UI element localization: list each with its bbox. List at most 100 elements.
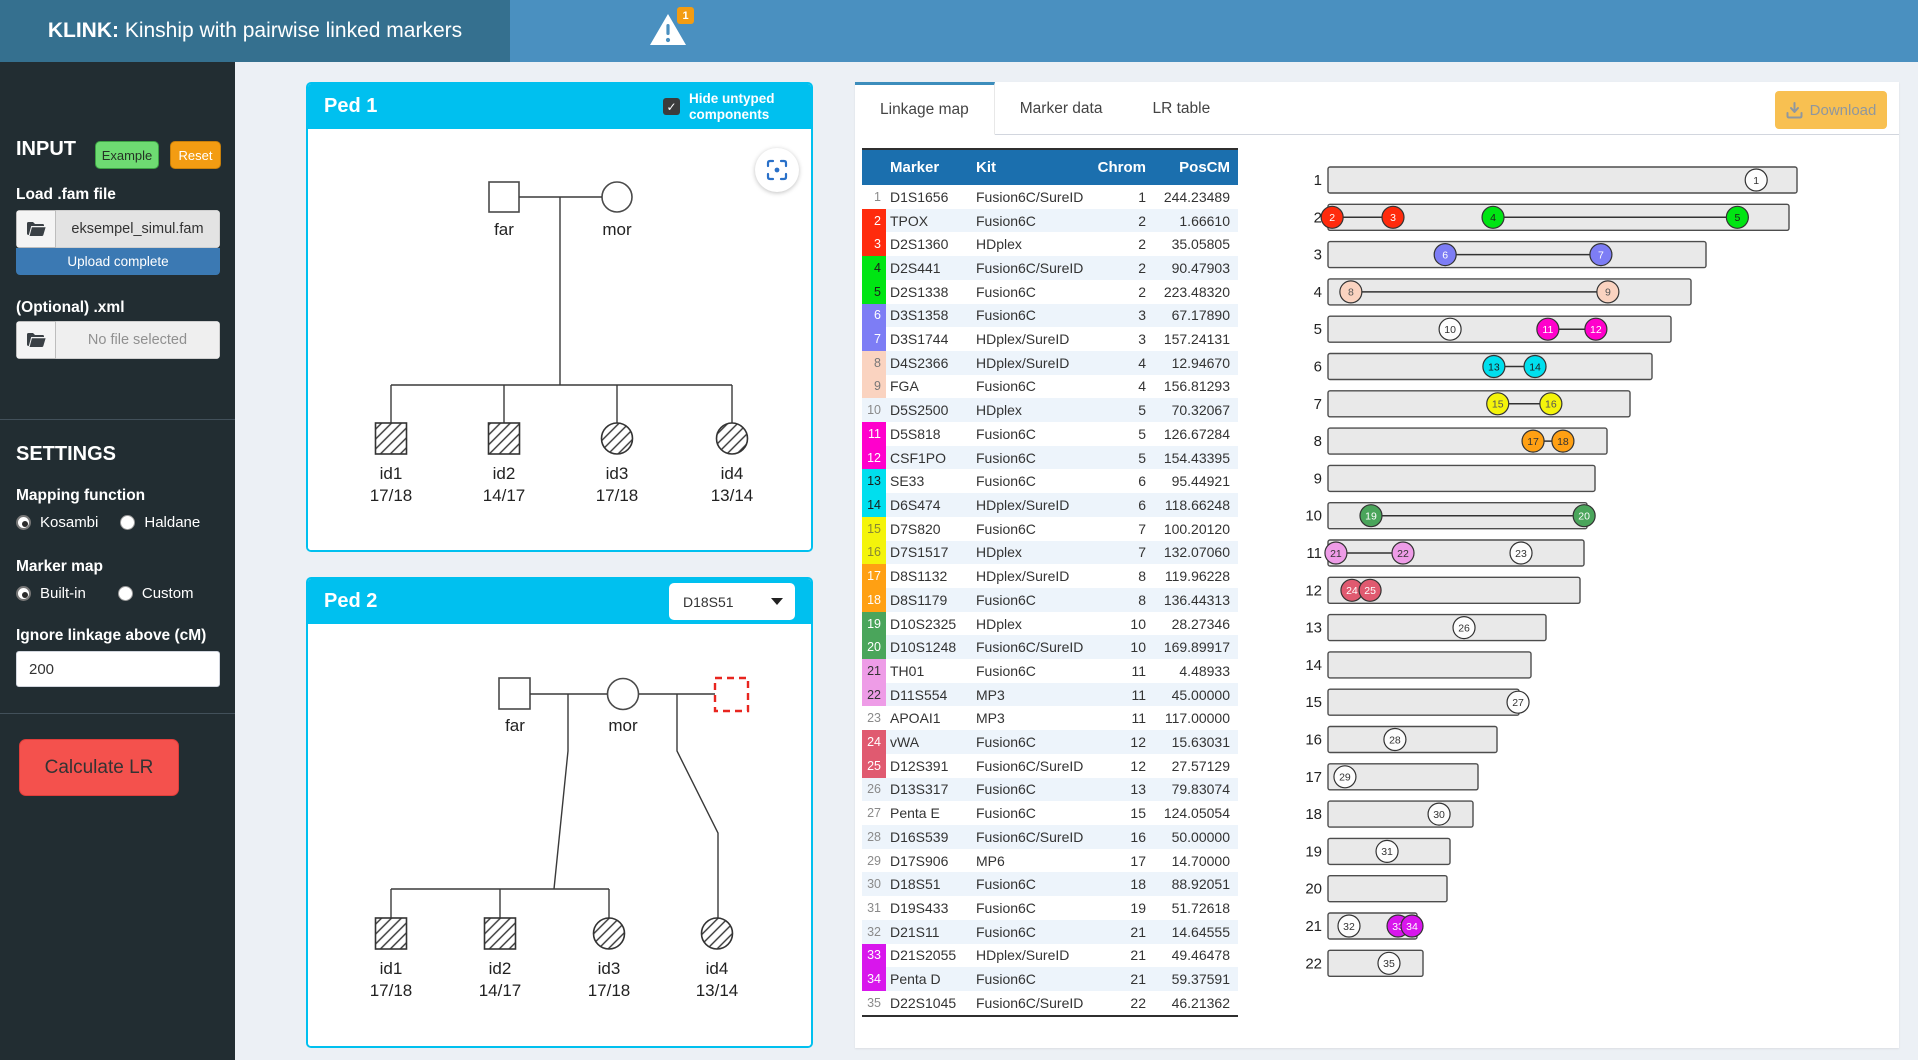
kit-cell: Fusion6C [974, 521, 1096, 537]
table-row[interactable]: 34Penta DFusion6C2159.37591 [862, 967, 1238, 991]
table-row[interactable]: 30D18S51Fusion6C1888.92051 [862, 872, 1238, 896]
table-row[interactable]: 27Penta EFusion6C15124.05054 [862, 801, 1238, 825]
fam-file-input[interactable]: eksempel_simul.fam [16, 210, 220, 248]
table-row[interactable]: 18D8S1179Fusion6C8136.44313 [862, 588, 1238, 612]
table-row[interactable]: 6D3S1358Fusion6C367.17890 [862, 304, 1238, 328]
table-row[interactable]: 20D10S1248Fusion6C/SureID10169.89917 [862, 635, 1238, 659]
chromosome-row-label: 1 [1314, 172, 1322, 189]
chromosome-bar [1328, 801, 1473, 827]
col-kit[interactable]: Kit [974, 159, 1096, 176]
table-row[interactable]: 2TPOXFusion6C21.66610 [862, 209, 1238, 233]
table-row[interactable]: 32D21S11Fusion6C2114.64555 [862, 920, 1238, 944]
poscm-cell: 119.96228 [1146, 568, 1238, 584]
radio-dot[interactable] [120, 515, 135, 530]
row-number-cell: 14 [862, 493, 886, 517]
table-row[interactable]: 3D2S1360HDplex235.05805 [862, 232, 1238, 256]
row-number-cell: 33 [862, 944, 886, 968]
poscm-cell: 4.48933 [1146, 663, 1238, 679]
table-row[interactable]: 15D7S820Fusion6C7100.20120 [862, 517, 1238, 541]
row-number-cell: 7 [862, 327, 886, 351]
example-button[interactable]: Example [95, 141, 159, 169]
table-row[interactable]: 16D7S1517HDplex7132.07060 [862, 541, 1238, 565]
child-shape [485, 918, 516, 949]
col-marker[interactable]: Marker [886, 159, 974, 176]
table-row[interactable]: 26D13S317Fusion6C1379.83074 [862, 778, 1238, 802]
chromosome-bar [1328, 876, 1447, 902]
col-poscm[interactable]: PosCM [1146, 159, 1238, 176]
poscm-cell: 136.44313 [1146, 592, 1238, 608]
radio-dot[interactable] [118, 586, 133, 601]
chrom-cell: 13 [1096, 781, 1146, 797]
radio-custom[interactable]: Custom [118, 585, 194, 602]
checkbox-checked-icon[interactable]: ✓ [663, 98, 680, 115]
tab-marker-data[interactable]: Marker data [995, 82, 1128, 135]
row-number-cell: 3 [862, 232, 886, 256]
warning-menu[interactable]: 1 [648, 11, 688, 51]
table-row[interactable]: 19D10S2325HDplex1028.27346 [862, 612, 1238, 636]
row-number-cell: 1 [862, 185, 886, 209]
table-row[interactable]: 22D11S554MP31145.00000 [862, 683, 1238, 707]
row-number-cell: 9 [862, 375, 886, 399]
poscm-cell: 51.72618 [1146, 900, 1238, 916]
folder-icon[interactable] [16, 210, 56, 248]
table-row[interactable]: 5D2S1338Fusion6C2223.48320 [862, 280, 1238, 304]
table-row[interactable]: 31D19S433Fusion6C1951.72618 [862, 896, 1238, 920]
xml-file-input[interactable]: No file selected [16, 321, 220, 359]
table-row[interactable]: 21TH01Fusion6C114.48933 [862, 659, 1238, 683]
table-row[interactable]: 1D1S1656Fusion6C/SureID1244.23489 [862, 185, 1238, 209]
child-shape [594, 918, 625, 949]
kit-cell: HDplex/SureID [974, 497, 1096, 513]
radio-built-in[interactable]: Built-in [16, 585, 86, 602]
radio-dot[interactable] [16, 586, 31, 601]
zoom-reset-button[interactable] [755, 148, 799, 192]
ignore-linkage-input[interactable] [16, 651, 220, 687]
ped1-title: Ped 1 [324, 95, 663, 118]
pedigree-label: 17/18 [370, 981, 413, 1000]
reset-button[interactable]: Reset [170, 141, 221, 169]
chrom-cell: 12 [1096, 734, 1146, 750]
col-chrom[interactable]: Chrom [1096, 159, 1146, 176]
table-row[interactable]: 35D22S1045Fusion6C/SureID2246.21362 [862, 991, 1238, 1015]
table-row[interactable]: 23APOAI1MP311117.00000 [862, 706, 1238, 730]
table-row[interactable]: 13SE33Fusion6C695.44921 [862, 469, 1238, 493]
radio-dot[interactable] [16, 515, 31, 530]
chromosome-row-label: 17 [1305, 769, 1322, 786]
marker-select-dropdown[interactable]: D18S51 [669, 583, 795, 620]
row-number-cell: 25 [862, 754, 886, 778]
pedigree-label: 14/17 [483, 486, 526, 505]
chromosome-row-label: 14 [1305, 657, 1322, 674]
hide-untyped-checkbox[interactable]: ✓ Hide untyped components [663, 91, 795, 122]
poscm-cell: 95.44921 [1146, 473, 1238, 489]
table-row[interactable]: 25D12S391Fusion6C/SureID1227.57129 [862, 754, 1238, 778]
table-row[interactable]: 33D21S2055HDplex/SureID2149.46478 [862, 944, 1238, 968]
calculate-lr-button[interactable]: Calculate LR [19, 739, 179, 796]
table-row[interactable]: 14D6S474HDplex/SureID6118.66248 [862, 493, 1238, 517]
marker-cell: vWA [886, 734, 974, 750]
row-number-cell: 21 [862, 659, 886, 683]
folder-icon[interactable] [16, 321, 56, 359]
child-shape [489, 423, 520, 454]
table-row[interactable]: 29D17S906MP61714.70000 [862, 849, 1238, 873]
table-row[interactable]: 12CSF1POFusion6C5154.43395 [862, 446, 1238, 470]
table-row[interactable]: 4D2S441Fusion6C/SureID290.47903 [862, 256, 1238, 280]
table-row[interactable]: 10D5S2500HDplex570.32067 [862, 398, 1238, 422]
tab-linkage-map[interactable]: Linkage map [855, 82, 995, 135]
poscm-cell: 156.81293 [1146, 378, 1238, 394]
download-label: Download [1810, 102, 1877, 119]
marker-circle-number: 30 [1433, 809, 1445, 821]
chrom-cell: 11 [1096, 663, 1146, 679]
radio-haldane[interactable]: Haldane [120, 514, 200, 531]
father-shape [489, 182, 519, 212]
table-row[interactable]: 8D4S2366HDplex/SureID412.94670 [862, 351, 1238, 375]
table-row[interactable]: 11D5S818Fusion6C5126.67284 [862, 422, 1238, 446]
table-row[interactable]: 7D3S1744HDplex/SureID3157.24131 [862, 327, 1238, 351]
tab-lr-table[interactable]: LR table [1127, 82, 1235, 135]
table-row[interactable]: 28D16S539Fusion6C/SureID1650.00000 [862, 825, 1238, 849]
xml-file-label: (Optional) .xml [16, 299, 125, 317]
table-row[interactable]: 17D8S1132HDplex/SureID8119.96228 [862, 564, 1238, 588]
table-row[interactable]: 9FGAFusion6C4156.81293 [862, 375, 1238, 399]
chrom-cell: 3 [1096, 307, 1146, 323]
download-button[interactable]: Download [1775, 91, 1887, 129]
table-row[interactable]: 24vWAFusion6C1215.63031 [862, 730, 1238, 754]
radio-kosambi[interactable]: Kosambi [16, 514, 98, 531]
